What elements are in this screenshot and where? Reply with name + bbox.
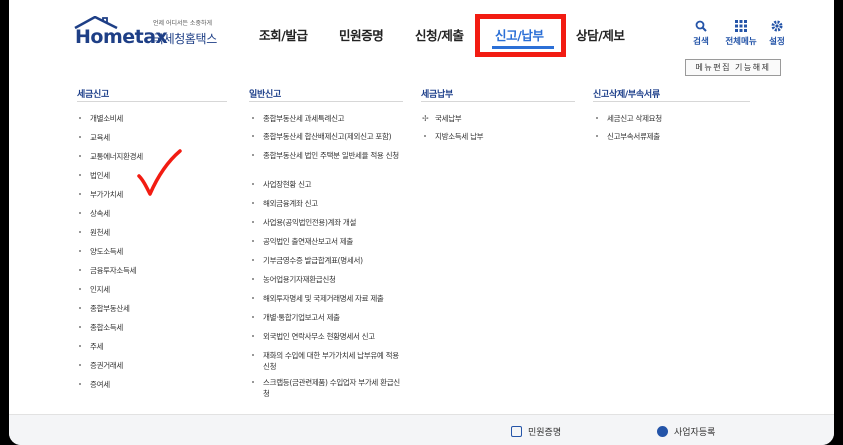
- quick-link-business-registration[interactable]: 사업자등록: [657, 425, 715, 438]
- menu-item[interactable]: 주세: [79, 341, 104, 352]
- menu-item[interactable]: 개별소비세: [79, 113, 123, 124]
- settings-label: 설정: [769, 37, 785, 47]
- menu-item[interactable]: 교통에너지환경세: [79, 151, 143, 162]
- hometax-logo[interactable]: Hometax 언제 어디서든 소중하게 국세청홈택스: [73, 16, 243, 48]
- menu-item[interactable]: 지방소득세 납부: [424, 131, 484, 142]
- menu-item-vat[interactable]: 부가가치세: [79, 189, 123, 200]
- menu-column-tax-filing: 세금신고 개별소비세 교육세 교통에너지환경세 법인세 부가가치세 상속세 원천…: [77, 87, 227, 389]
- column-divider: [249, 101, 403, 102]
- menu-item[interactable]: 교육세: [79, 132, 110, 143]
- menu-item[interactable]: 세금신고 삭제요청: [596, 113, 662, 124]
- grid-menu-icon: [721, 20, 761, 34]
- menu-item[interactable]: 증권거래세: [79, 360, 123, 371]
- menu-item[interactable]: 종합부동산세: [79, 303, 130, 314]
- menu-item[interactable]: 공익법인 출연재산보고서 제출: [252, 236, 353, 247]
- all-menu-button[interactable]: 전체메뉴: [721, 20, 761, 47]
- column-title: 일반신고: [249, 90, 281, 100]
- search-icon: [681, 20, 721, 34]
- search-button[interactable]: 검색: [681, 20, 721, 47]
- column-title: 세금납부: [421, 90, 453, 100]
- menu-item[interactable]: 개별·통합기업보고서 제출: [252, 312, 340, 323]
- menu-item[interactable]: 외국법인 연락사무소 현황명세서 신고: [252, 331, 375, 342]
- logo-title: 국세청홈택스: [153, 32, 217, 46]
- bottom-quick-bar: 민원증명 사업자등록: [9, 414, 834, 445]
- menu-item[interactable]: 사업장현황 신고: [252, 179, 312, 190]
- document-icon: [511, 426, 522, 437]
- nav-item-certificates[interactable]: 민원증명: [339, 25, 384, 44]
- menu-item[interactable]: 금융투자소득세: [79, 265, 137, 276]
- menu-column-deletion-attachments: 신고삭제/부속서류 세금신고 삭제요청 신고부속서류제출: [593, 87, 750, 141]
- logo-subtitle: 언제 어디서든 소중하게: [153, 20, 213, 27]
- menu-item[interactable]: 인지세: [79, 284, 110, 295]
- menu-item[interactable]: 사업용(공익법인전용)계좌 개설: [252, 217, 356, 228]
- column-divider: [421, 101, 575, 102]
- menu-item[interactable]: 종합소득세: [79, 322, 123, 333]
- menu-item[interactable]: 재화의 수입에 대한 부가가치세 납부유예 적용 신청: [252, 350, 403, 372]
- person-icon: [657, 426, 668, 437]
- menu-item[interactable]: 종합부동산세 합산배제신고(제외신고 포함): [252, 131, 392, 142]
- red-checkmark-annotation: [137, 149, 182, 196]
- column-title: 신고삭제/부속서류: [593, 90, 660, 100]
- search-label: 검색: [693, 37, 709, 47]
- nav-item-consultation[interactable]: 상담/제보: [576, 25, 625, 44]
- menu-item[interactable]: 종합부동산세 법인 주택분 일반세율 적용 신청: [252, 150, 403, 161]
- header: Hometax 언제 어디서든 소중하게 국세청홈택스 조회/발급 민원증명 신…: [9, 0, 834, 57]
- nav-item-inquiry[interactable]: 조회/발급: [259, 25, 308, 44]
- all-menu-label: 전체메뉴: [725, 37, 757, 47]
- menu-item[interactable]: 양도소득세: [79, 246, 123, 257]
- menu-item[interactable]: 스크랩등(금관련제품) 수입업자 부가세 환급신청: [252, 377, 403, 399]
- menu-item[interactable]: 해외금융계좌 신고: [252, 198, 318, 209]
- menu-item[interactable]: 농어업용기자재환급신청: [252, 274, 336, 285]
- settings-button[interactable]: 설정: [757, 20, 797, 47]
- menu-column-tax-payment: 세금납부 ✢ 국세납부 지방소득세 납부: [421, 87, 575, 141]
- highlight-box: [475, 14, 566, 57]
- nav-item-application[interactable]: 신청/제출: [415, 25, 464, 44]
- menu-item[interactable]: 원천세: [79, 227, 110, 238]
- menu-item-national-tax-payment[interactable]: ✢ 국세납부: [422, 113, 462, 124]
- menu-item[interactable]: 신고부속서류제출: [596, 131, 660, 142]
- menu-item[interactable]: 기부금영수증 발급합계표(명세서): [252, 255, 363, 266]
- expand-plus-icon: ✢: [422, 114, 429, 123]
- gear-icon: [757, 20, 797, 34]
- menu-edit-toggle-button[interactable]: 메뉴편집 기능해제: [685, 59, 781, 76]
- menu-item[interactable]: 해외투자명세 및 국제거래명세 자료 제출: [252, 293, 384, 304]
- quick-link-certificates[interactable]: 민원증명: [511, 425, 561, 438]
- menu-item[interactable]: 증여세: [79, 379, 110, 390]
- column-divider: [77, 101, 227, 102]
- hometax-page: Hometax 언제 어디서든 소중하게 국세청홈택스 조회/발급 민원증명 신…: [9, 0, 834, 445]
- menu-item[interactable]: 종합부동산세 과세특례신고: [252, 113, 345, 124]
- column-title: 세금신고: [77, 90, 109, 100]
- menu-item[interactable]: 법인세: [79, 170, 110, 181]
- menu-item[interactable]: 상속세: [79, 208, 110, 219]
- menu-column-general-filing: 일반신고 종합부동산세 과세특례신고 종합부동산세 합산배제신고(제외신고 포함…: [249, 87, 403, 398]
- column-divider: [593, 101, 750, 102]
